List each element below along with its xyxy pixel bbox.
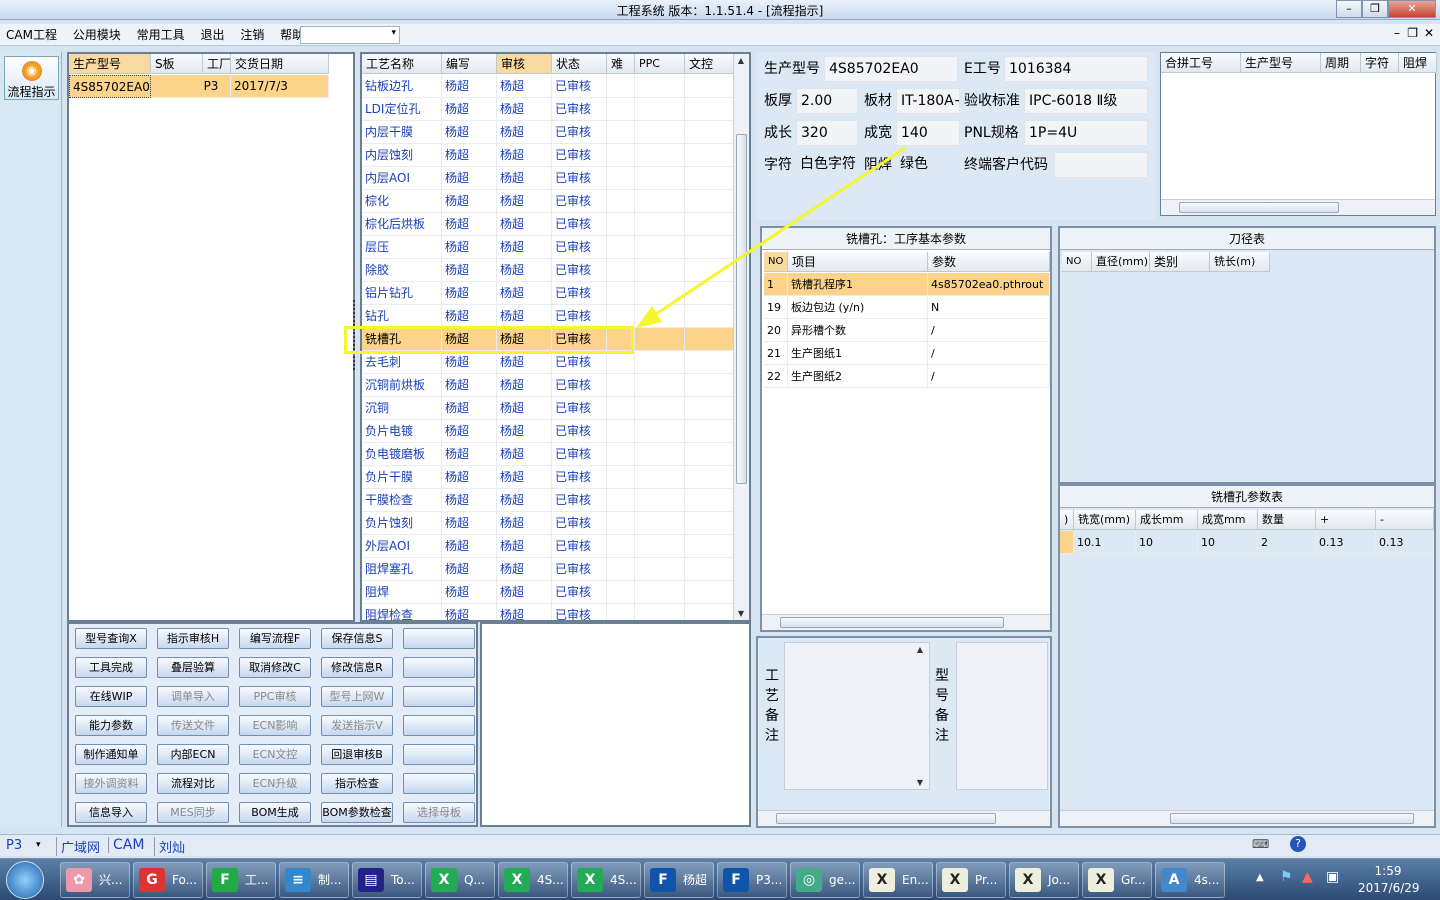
taskbar-item-label: 4S... xyxy=(610,873,637,887)
app-icon: X xyxy=(577,868,603,892)
app-icon: X xyxy=(504,868,530,892)
taskbar-item[interactable]: F P3... xyxy=(717,862,787,898)
taskbar-item[interactable]: X Q... xyxy=(425,862,495,898)
app-icon: X xyxy=(1015,868,1041,892)
taskbar-item[interactable]: X En... xyxy=(863,862,933,898)
taskbar-item[interactable]: X 4S... xyxy=(571,862,641,898)
app-icon: X xyxy=(431,868,457,892)
taskbar-item-label: Gr... xyxy=(1121,873,1146,887)
help-icon[interactable]: ? xyxy=(1290,836,1306,852)
clock[interactable]: 1:59 2017/6/29 xyxy=(1358,863,1420,897)
status-bar: P3 ▾ 广域网 CAM 刘灿 ⌨ ? xyxy=(0,834,1440,856)
taskbar-item-label: 兴... xyxy=(99,873,123,887)
taskbar-item[interactable]: ✿ 兴... xyxy=(60,862,130,898)
keyboard-icon[interactable]: ⌨ xyxy=(1252,837,1269,851)
taskbar-item[interactable]: X Jo... xyxy=(1009,862,1079,898)
app-icon: ✿ xyxy=(66,868,92,892)
taskbar-item[interactable]: F 工... xyxy=(206,862,276,898)
app-icon: ≡ xyxy=(285,868,311,892)
app-icon: ▤ xyxy=(358,868,384,892)
taskbar-item[interactable]: F 杨超 xyxy=(644,862,714,898)
start-button[interactable] xyxy=(6,861,44,899)
taskbar-item-label: Fo... xyxy=(172,873,198,887)
taskbar-item-label: 4S... xyxy=(537,873,564,887)
app-icon: X xyxy=(942,868,968,892)
taskbar-item[interactable]: X Gr... xyxy=(1082,862,1152,898)
app-icon: G xyxy=(139,868,165,892)
taskbar-item[interactable]: ▤ To... xyxy=(352,862,422,898)
taskbar-item-label: Jo... xyxy=(1048,873,1071,887)
status-module: CAM xyxy=(108,837,148,853)
tray-up-icon[interactable]: ▲ xyxy=(1256,872,1264,883)
taskbar-item-label: Q... xyxy=(464,873,485,887)
tray-alert-icon[interactable]: ▲ xyxy=(1302,869,1313,885)
taskbar-item-label: En... xyxy=(902,873,929,887)
site-select[interactable]: P3 xyxy=(6,838,22,853)
app-icon: F xyxy=(212,868,238,892)
taskbar-item-label: P3... xyxy=(756,873,783,887)
network-icon[interactable]: ▣ xyxy=(1326,869,1339,885)
app-icon: A xyxy=(1161,868,1187,892)
chevron-down-icon[interactable]: ▾ xyxy=(36,840,41,850)
taskbar-item[interactable]: A 4s... xyxy=(1155,862,1225,898)
app-icon: X xyxy=(1088,868,1114,892)
taskbar-item-label: 工... xyxy=(245,873,269,887)
taskbar-item-label: ge... xyxy=(829,873,856,887)
tray-app-icon[interactable]: ⚑ xyxy=(1280,869,1293,885)
taskbar-item[interactable]: G Fo... xyxy=(133,862,203,898)
status-network: 广域网 xyxy=(56,837,104,856)
taskbar-item-label: To... xyxy=(391,873,415,887)
taskbar-item-label: 制... xyxy=(318,873,342,887)
status-user: 刘灿 xyxy=(154,837,189,856)
app-icon: F xyxy=(723,868,749,892)
annotation-arrow xyxy=(636,146,906,328)
taskbar-item-label: Pr... xyxy=(975,873,998,887)
taskbar-item[interactable]: ◎ ge... xyxy=(790,862,860,898)
taskbar: ✿ 兴... G Fo... F 工... ≡ 制... ▤ To... X Q... X 4S... X 4… xyxy=(0,858,1440,900)
app-icon: X xyxy=(869,868,895,892)
taskbar-item-label: 4s... xyxy=(1194,873,1220,887)
app-icon: ◎ xyxy=(796,868,822,892)
app-icon: F xyxy=(650,868,676,892)
taskbar-item-label: 杨超 xyxy=(683,873,708,887)
taskbar-item[interactable]: X 4S... xyxy=(498,862,568,898)
taskbar-item[interactable]: X Pr... xyxy=(936,862,1006,898)
taskbar-item[interactable]: ≡ 制... xyxy=(279,862,349,898)
